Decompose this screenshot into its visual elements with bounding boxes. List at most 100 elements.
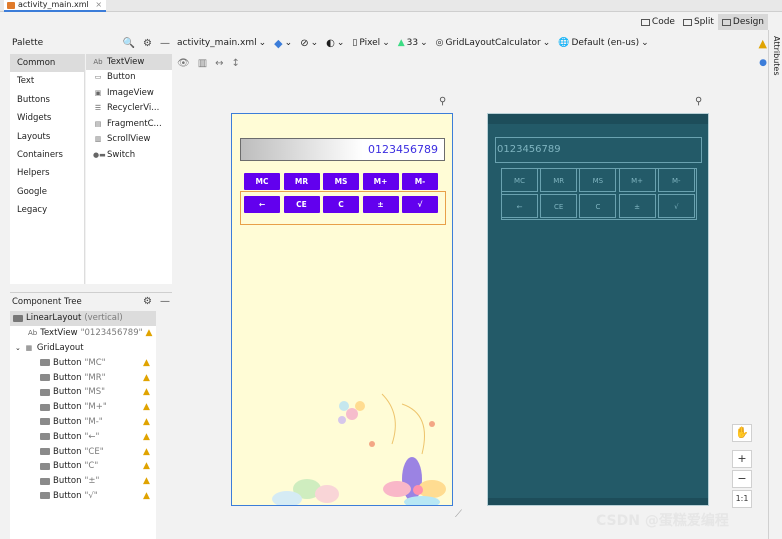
tree-node-label: Button	[53, 416, 82, 427]
button-icon	[40, 462, 50, 470]
resize-handle-icon[interactable]: ⟋	[455, 509, 462, 520]
palette-category[interactable]: Text	[10, 72, 84, 90]
palette-item-fragment[interactable]: ▤ FragmentC...	[86, 116, 172, 132]
warning-icon[interactable]: ▲	[759, 37, 767, 50]
tree-node-button[interactable]: Button "M-" ▲	[10, 415, 156, 430]
palette-category[interactable]: Widgets	[10, 109, 84, 127]
warning-icon[interactable]: ▲	[143, 491, 152, 500]
calc-button[interactable]: MS	[323, 173, 359, 190]
tree-node-button[interactable]: Button "CE" ▲	[10, 444, 156, 459]
warning-icon[interactable]: ▲	[146, 329, 153, 338]
blueprint-calc-button[interactable]: MS	[579, 168, 617, 192]
orientation-dropdown[interactable]: ⊘ ⌄	[300, 38, 318, 49]
calc-button[interactable]: ±	[362, 196, 399, 213]
tree-node-button[interactable]: Button "MR" ▲	[10, 370, 156, 385]
calculator-display[interactable]: 0123456789	[240, 138, 445, 161]
zoom-actual-button[interactable]: 1:1	[732, 490, 752, 508]
palette-category[interactable]: Helpers	[10, 164, 84, 182]
blueprint-calc-button[interactable]: ←	[501, 194, 538, 218]
code-mode-button[interactable]: Code	[637, 14, 679, 30]
palette-item-recyclerview[interactable]: ☰ RecyclerVi...	[86, 101, 172, 117]
palette-item-scrollview[interactable]: ▥ ScrollView	[86, 132, 172, 148]
tree-node-button[interactable]: Button "MS" ▲	[10, 385, 156, 400]
editor-tab-activity-main[interactable]: activity_main.xml ×	[4, 0, 107, 12]
blueprint-calc-button[interactable]: M-	[657, 168, 695, 192]
theme-dropdown[interactable]: ◎ GridLayoutCalculator ⌄	[436, 38, 551, 48]
tree-node-textview[interactable]: Ab TextView "0123456789" ▲	[10, 326, 156, 341]
device-dropdown[interactable]: ▯ Pixel ⌄	[352, 38, 389, 48]
warning-icon[interactable]: ▲	[143, 373, 152, 382]
warning-icon[interactable]: ▲	[143, 447, 152, 456]
calc-button[interactable]: CE	[283, 196, 320, 213]
help-icon[interactable]: ●	[759, 58, 767, 68]
pin-icon[interactable]: ⚲	[439, 96, 446, 107]
palette-item-label: FragmentC...	[107, 118, 162, 129]
blueprint-calc-button[interactable]: C	[579, 194, 617, 218]
minimize-icon[interactable]: —	[160, 38, 170, 49]
vertical-arrows-icon[interactable]: ↕	[232, 58, 240, 69]
blueprint-display[interactable]: 0123456789	[495, 137, 702, 163]
tree-node-button[interactable]: Button "MC" ▲	[10, 355, 156, 370]
palette-category[interactable]: Legacy	[10, 201, 84, 219]
palette-category[interactable]: Containers	[10, 146, 84, 164]
attributes-tool-button[interactable]: Attributes	[769, 36, 782, 76]
tree-node-button[interactable]: Button "√" ▲	[10, 489, 156, 504]
tree-node-button[interactable]: Button "C" ▲	[10, 459, 156, 474]
tree-node-button[interactable]: Button "±" ▲	[10, 474, 156, 489]
split-mode-button[interactable]: Split	[679, 14, 718, 30]
palette-category[interactable]: Buttons	[10, 91, 84, 109]
calc-button[interactable]: MR	[283, 173, 320, 190]
design-preview-surface[interactable]: 0123456789 MC MR MS M+ M- ← CE C ± √	[231, 113, 453, 506]
eye-icon[interactable]: 👁	[177, 58, 190, 69]
search-icon[interactable]: 🔍	[123, 38, 135, 49]
blueprint-calc-button[interactable]: MC	[501, 168, 538, 192]
blueprint-surface[interactable]: 0123456789 MC MR MS M+ M- ← CE C ± √	[487, 113, 709, 506]
gear-icon[interactable]: ⚙	[143, 296, 152, 307]
blueprint-toggle-icon[interactable]: ▥	[198, 58, 207, 69]
warning-icon[interactable]: ▲	[143, 462, 152, 471]
palette-item-textview[interactable]: Ab TextView	[86, 54, 172, 70]
night-mode-dropdown[interactable]: ◐ ⌄	[326, 38, 344, 49]
pin-icon[interactable]: ⚲	[695, 96, 702, 107]
palette-item-switch[interactable]: ●▬ Switch	[86, 147, 172, 163]
layout-file-dropdown[interactable]: activity_main.xml ⌄	[177, 38, 266, 48]
blueprint-calc-button[interactable]: ±	[618, 194, 656, 218]
warning-icon[interactable]: ▲	[143, 358, 152, 367]
palette-category[interactable]: Layouts	[10, 128, 84, 146]
calc-button[interactable]: M+	[362, 173, 399, 190]
calc-button[interactable]: C	[323, 196, 359, 213]
calc-button[interactable]: M-	[402, 173, 438, 190]
pan-button[interactable]: ✋	[732, 424, 752, 442]
warning-icon[interactable]: ▲	[143, 417, 152, 426]
tree-node-button[interactable]: Button "M+" ▲	[10, 400, 156, 415]
blueprint-calc-button[interactable]: √	[657, 194, 695, 218]
zoom-out-button[interactable]: −	[732, 470, 752, 488]
locale-dropdown[interactable]: 🌐 Default (en-us) ⌄	[558, 38, 648, 48]
gear-icon[interactable]: ⚙	[143, 38, 152, 49]
warning-icon[interactable]: ▲	[143, 432, 152, 441]
calc-button[interactable]: MC	[244, 173, 280, 190]
chevron-down-icon[interactable]: ⌄	[15, 344, 21, 352]
tree-node-gridlayout[interactable]: ⌄ ▦ GridLayout	[10, 341, 156, 356]
zoom-in-button[interactable]: +	[732, 450, 752, 468]
calc-button[interactable]: ←	[244, 196, 280, 213]
api-dropdown[interactable]: ▲ 33 ⌄	[398, 38, 428, 48]
surface-toggle[interactable]: ◆ ⌄	[274, 37, 292, 50]
tree-node-linearlayout[interactable]: LinearLayout (vertical)	[10, 311, 156, 326]
warning-icon[interactable]: ▲	[143, 403, 152, 412]
palette-category[interactable]: Google	[10, 183, 84, 201]
blueprint-calc-button[interactable]: CE	[540, 194, 578, 218]
warning-icon[interactable]: ▲	[143, 477, 152, 486]
minimize-icon[interactable]: —	[160, 296, 170, 307]
blueprint-calc-button[interactable]: M+	[618, 168, 656, 192]
palette-category[interactable]: Common	[10, 54, 84, 73]
palette-item-button[interactable]: ▭ Button	[86, 70, 172, 86]
close-tab-icon[interactable]: ×	[95, 0, 102, 9]
calc-button[interactable]: √	[402, 196, 438, 213]
design-mode-button[interactable]: Design	[717, 14, 768, 30]
palette-item-imageview[interactable]: ▣ ImageView	[86, 85, 172, 101]
blueprint-calc-button[interactable]: MR	[540, 168, 578, 192]
warning-icon[interactable]: ▲	[143, 388, 152, 397]
tree-node-button[interactable]: Button "←" ▲	[10, 429, 156, 444]
horizontal-arrows-icon[interactable]: ↔	[215, 58, 223, 69]
